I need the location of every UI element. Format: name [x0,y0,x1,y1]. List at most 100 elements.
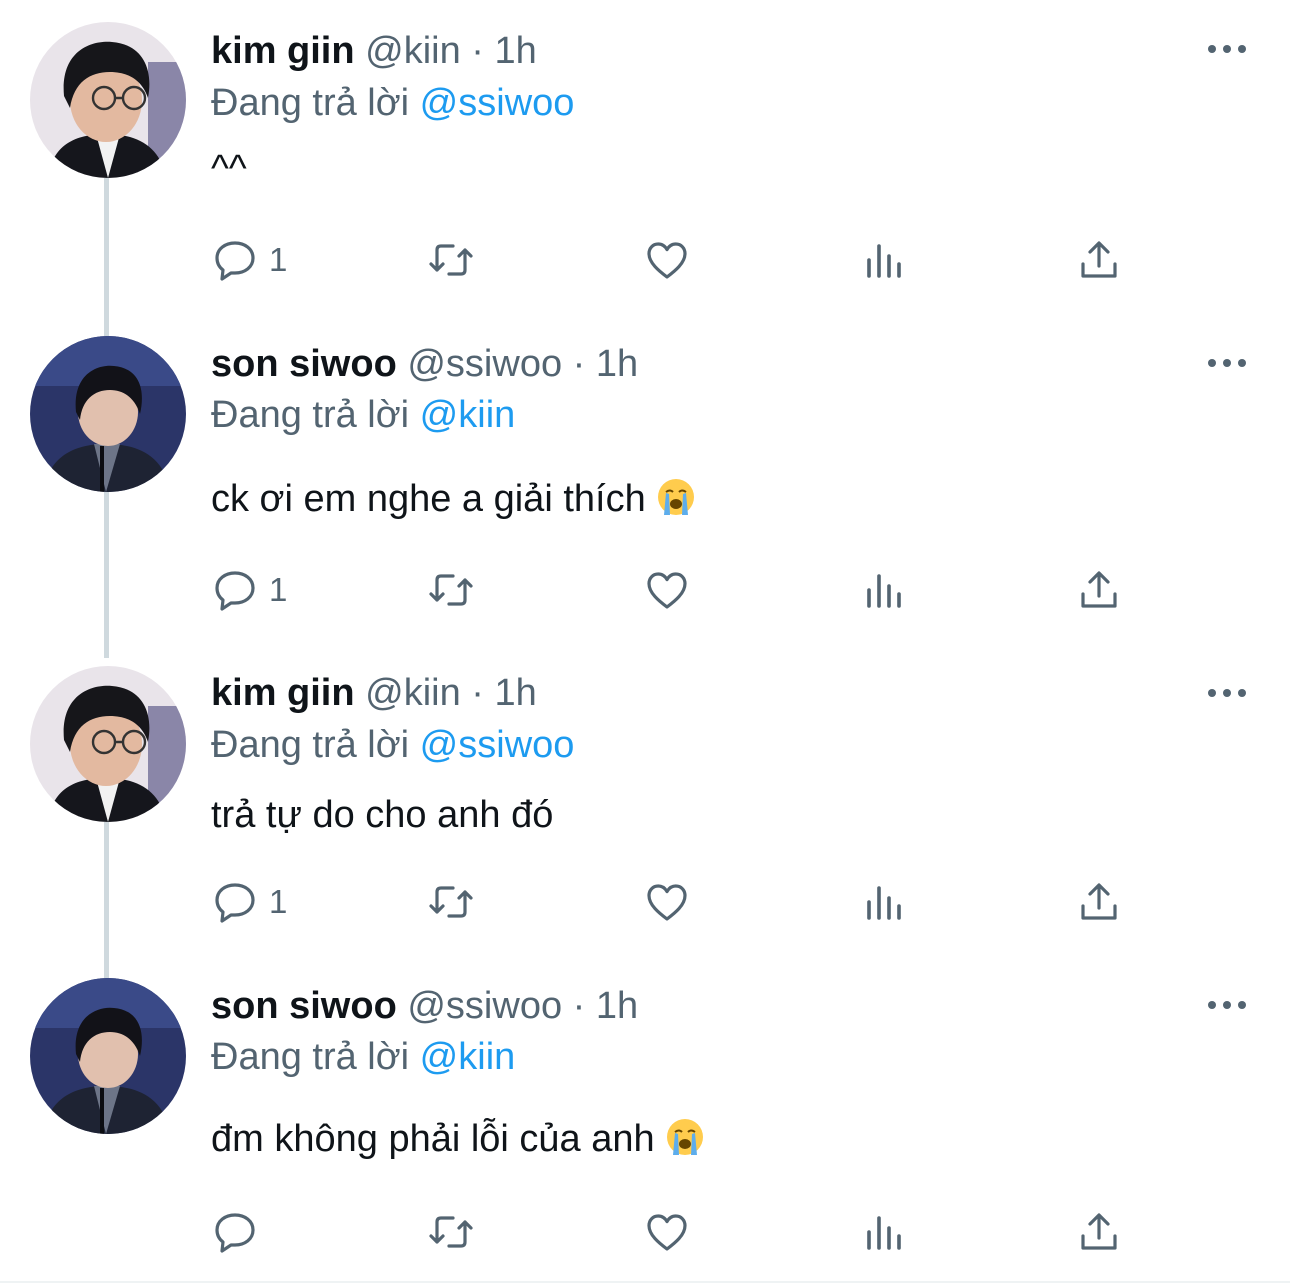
views-button[interactable] [859,564,907,616]
reply-prefix: Đang trả lời [211,1036,410,1078]
retweet-icon [429,886,473,918]
reply-mention-link[interactable]: @ssiwoo [420,82,575,124]
speech-bubble-icon [215,241,255,281]
separator-dot: · [572,343,586,385]
avatar[interactable] [30,978,186,1134]
like-button[interactable] [643,234,691,286]
more-button[interactable] [1204,670,1250,716]
timestamp[interactable]: 1h [596,343,638,385]
action-bar: 1 [211,876,1171,928]
share-button[interactable] [1075,234,1123,286]
tweet-text-content: ck ơi em nghe a giải thích [211,478,646,520]
tweet-1[interactable]: kim giin @kiin · 1h Đang trả lời @ssiwoo… [0,0,1290,336]
views-button[interactable] [859,234,907,286]
avatar-ssiwoo-image [30,978,186,1134]
tweet-text-content: đm không phải lỗi của anh [211,1118,655,1160]
more-dots-icon [1208,359,1246,367]
more-button[interactable] [1204,26,1250,72]
display-name[interactable]: son siwoo [211,985,397,1027]
separator-dot: · [471,672,484,714]
speech-bubble-icon [215,1213,255,1253]
reply-count: 1 [269,241,288,278]
retweet-button[interactable] [427,234,475,286]
reply-button[interactable]: 1 [211,564,287,616]
avatar[interactable] [30,22,186,178]
reply-count: 1 [269,883,288,920]
tweet-header: son siwoo @ssiwoo · 1h [211,341,638,387]
display-name[interactable]: kim giin [211,672,355,714]
tweet-header: kim giin @kiin · 1h [211,670,537,716]
retweet-button[interactable] [427,1206,475,1258]
timestamp[interactable]: 1h [596,985,638,1027]
tweet-text-content: ^^ [211,148,247,190]
tweet-text: ^^ [211,146,247,192]
views-button[interactable] [859,876,907,928]
bar-chart-icon [867,244,901,278]
action-bar [211,1206,1171,1258]
retweet-icon [429,244,473,276]
user-handle[interactable]: @kiin [365,672,461,714]
retweet-button[interactable] [427,564,475,616]
tweet-header: son siwoo @ssiwoo · 1h [211,983,638,1029]
views-button[interactable] [859,1206,907,1258]
display-name[interactable]: son siwoo [211,343,397,385]
speech-bubble-icon [215,883,255,923]
replying-to: Đang trả lời @kiin [211,392,515,438]
share-upload-icon [1081,241,1117,278]
thread-line [104,178,109,336]
tweet-text-content: trả tự do cho anh đó [211,794,554,836]
display-name[interactable]: kim giin [211,30,355,72]
user-handle[interactable]: @ssiwoo [407,343,562,385]
user-handle[interactable]: @kiin [365,30,461,72]
replying-to: Đang trả lời @ssiwoo [211,80,574,126]
heart-icon [647,572,687,609]
bar-chart-icon [867,1216,901,1250]
share-upload-icon [1081,571,1117,608]
user-handle[interactable]: @ssiwoo [407,985,562,1027]
reply-button[interactable] [211,1206,269,1258]
avatar[interactable] [30,336,186,492]
like-button[interactable] [643,1206,691,1258]
separator-dot: · [471,30,484,72]
share-button[interactable] [1075,564,1123,616]
timestamp[interactable]: 1h [495,672,537,714]
reply-button[interactable]: 1 [211,234,287,286]
share-upload-icon [1081,883,1117,920]
action-bar: 1 [211,564,1171,616]
more-dots-icon [1208,689,1246,697]
tweet-3[interactable]: kim giin @kiin · 1h Đang trả lời @ssiwoo… [0,644,1290,978]
like-button[interactable] [643,876,691,928]
timestamp[interactable]: 1h [495,30,537,72]
retweet-button[interactable] [427,876,475,928]
bar-chart-icon [867,886,901,920]
more-dots-icon [1208,45,1246,53]
avatar[interactable] [30,666,186,822]
speech-bubble-icon [215,571,255,611]
reply-prefix: Đang trả lời [211,724,410,766]
tweet-text: ck ơi em nghe a giải thích [211,476,696,522]
reply-mention-link[interactable]: @kiin [420,394,516,436]
reply-count: 1 [269,571,288,608]
reply-mention-link[interactable]: @kiin [420,1036,516,1078]
more-dots-icon [1208,1001,1246,1009]
share-button[interactable] [1075,1206,1123,1258]
loudly-crying-face-icon [667,1119,704,1155]
tweet-4[interactable]: son siwoo @ssiwoo · 1h Đang trả lời @kii… [0,956,1290,1282]
bar-chart-icon [867,574,901,608]
like-button[interactable] [643,564,691,616]
heart-icon [647,242,687,279]
replying-to: Đang trả lời @kiin [211,1034,515,1080]
separator-dot: · [572,985,586,1027]
bottom-divider [0,1281,1290,1283]
reply-prefix: Đang trả lời [211,394,410,436]
avatar-kiin-image [30,666,186,822]
more-button[interactable] [1204,340,1250,386]
reply-button[interactable]: 1 [211,876,287,928]
heart-icon [647,1214,687,1251]
heart-icon [647,884,687,921]
tweet-2[interactable]: son siwoo @ssiwoo · 1h Đang trả lời @kii… [0,314,1290,658]
reply-mention-link[interactable]: @ssiwoo [420,724,575,766]
share-upload-icon [1081,1213,1117,1250]
share-button[interactable] [1075,876,1123,928]
more-button[interactable] [1204,982,1250,1028]
